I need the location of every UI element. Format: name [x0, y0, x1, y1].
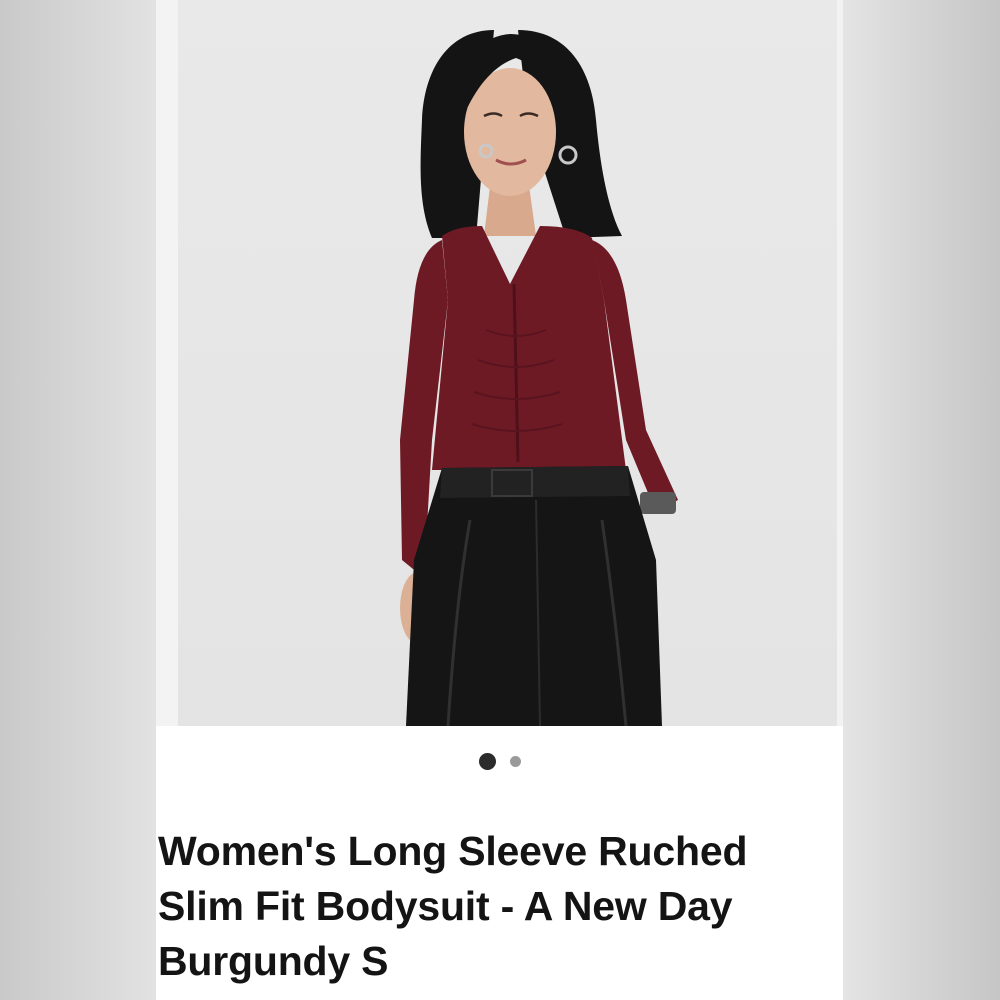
left-backdrop	[0, 0, 156, 1000]
right-backdrop	[843, 0, 1000, 1000]
product-title: Women's Long Sleeve Ruched Slim Fit Body…	[158, 828, 748, 984]
model-illustration	[400, 30, 678, 726]
carousel-dot-2[interactable]	[509, 755, 521, 767]
carousel-dot-1[interactable]	[478, 752, 496, 770]
carousel-indicator	[156, 748, 843, 774]
product-card: Women's Long Sleeve Ruched Slim Fit Body…	[156, 0, 843, 1000]
product-image[interactable]	[156, 0, 843, 726]
